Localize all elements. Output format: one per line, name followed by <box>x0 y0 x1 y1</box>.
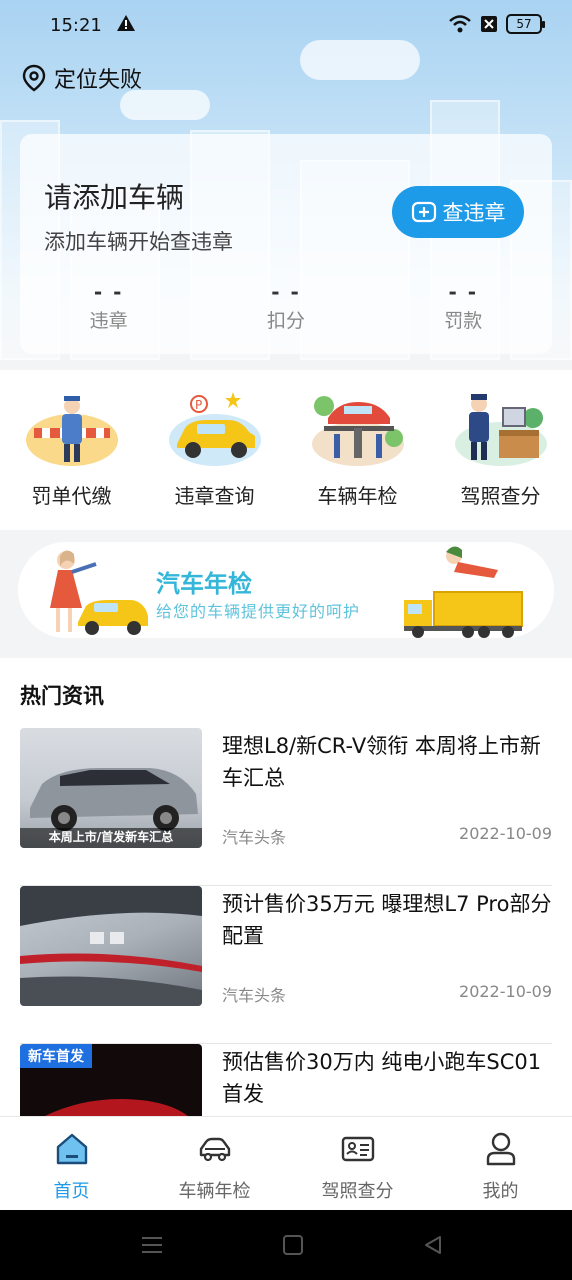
menu-icon[interactable] <box>140 1235 164 1255</box>
system-navigation-bar <box>0 1210 572 1280</box>
stat-violations[interactable]: - - 违章 <box>49 280 169 333</box>
tab-label: 驾照查分 <box>321 1181 394 1202</box>
back-triangle-icon[interactable] <box>422 1234 444 1256</box>
promo-banner-area: 汽车年检 给您的车辆提供更好的呵护 <box>0 530 572 658</box>
banner-subtitle: 给您的车辆提供更好的呵护 <box>156 602 361 621</box>
news-section-title: 热门资讯 <box>20 684 104 708</box>
wifi-icon <box>449 15 471 33</box>
stat-fines[interactable]: - - 罚款 <box>403 280 523 333</box>
news-date: 2022-10-09 <box>459 824 552 843</box>
car-parking-icon: P <box>168 392 261 466</box>
tab-profile[interactable]: 我的 <box>429 1117 572 1210</box>
app-screen: 15:21 57 定位失败 请添加车辆 添加车辆开始查违章 查违章 - - 违章… <box>0 0 572 1280</box>
stat-label: 罚款 <box>444 310 483 332</box>
car-lift-icon <box>311 396 404 466</box>
status-time: 15:21 <box>50 15 102 36</box>
news-thumbnail: 新车首发 <box>20 1044 202 1116</box>
service-pay-fine[interactable]: 罚单代缴 <box>0 370 143 530</box>
bottom-tab-bar: 首页 车辆年检 驾照查分 我的 <box>0 1116 572 1210</box>
stat-label: 扣分 <box>266 310 305 332</box>
stat-label: 违章 <box>89 310 128 332</box>
news-item[interactable]: 新车首发 预估售价30万内 纯电小跑车SC01首发 <box>20 1044 552 1116</box>
news-source: 汽车头条 <box>222 828 287 847</box>
news-title: 理想L8/新CR-V领衔 本周将上市新车汇总 <box>222 734 541 790</box>
tab-label: 首页 <box>53 1181 90 1202</box>
id-card-icon <box>341 1136 374 1162</box>
location-pin-icon <box>22 64 46 92</box>
service-violation-query[interactable]: P 违章查询 <box>143 370 286 530</box>
news-thumbnail: 本周上市/首发新车汇总 <box>20 728 202 848</box>
service-label: 违章查询 <box>174 484 255 508</box>
add-vehicle-title[interactable]: 请添加车辆 <box>44 176 184 216</box>
tab-home[interactable]: 首页 <box>0 1117 143 1210</box>
car-icon <box>199 1137 230 1162</box>
home-icon <box>56 1133 87 1165</box>
add-vehicle-subtitle: 添加车辆开始查违章 <box>44 230 233 254</box>
check-violation-button[interactable]: 查违章 <box>392 186 524 238</box>
tab-label: 车辆年检 <box>178 1181 251 1202</box>
add-car-icon <box>411 201 436 223</box>
stat-value: - - <box>271 280 301 304</box>
news-title: 预估售价30万内 纯电小跑车SC01首发 <box>222 1050 542 1106</box>
news-badge: 新车首发 <box>20 1044 92 1068</box>
service-license-points[interactable]: 驾照查分 <box>429 370 572 530</box>
news-title: 预计售价35万元 曝理想L7 Pro部分配置 <box>222 892 552 948</box>
news-source: 汽车头条 <box>222 986 287 1005</box>
banner-right-illustration <box>404 546 523 638</box>
violation-stats: - - 违章 - - 扣分 - - 罚款 <box>20 280 552 333</box>
tab-license-points[interactable]: 驾照查分 <box>286 1117 429 1210</box>
service-label: 车辆年检 <box>317 484 398 508</box>
home-square-icon[interactable] <box>282 1234 304 1256</box>
banner-left-illustration <box>50 550 148 635</box>
vehicle-card: 请添加车辆 添加车辆开始查违章 查违章 - - 违章 - - 扣分 - - 罚款 <box>20 134 552 354</box>
news-date: 2022-10-09 <box>459 982 552 1001</box>
battery-indicator: 57 <box>506 14 545 34</box>
check-violation-label: 查违章 <box>442 201 506 225</box>
promo-banner[interactable]: 汽车年检 给您的车辆提供更好的呵护 <box>18 542 554 638</box>
car-rear-photo-image <box>20 886 202 1006</box>
user-icon <box>486 1132 515 1166</box>
warning-icon <box>117 15 135 31</box>
stat-value: - - <box>448 280 479 304</box>
tab-annual-inspection[interactable]: 车辆年检 <box>143 1117 286 1210</box>
news-section: 热门资讯 本周上市/首发新车汇总 理想L8/新CR-V领衔 本周将上市新车汇总 … <box>0 658 572 1116</box>
news-item[interactable]: 预计售价35万元 曝理想L7 Pro部分配置 汽车头条 2022-10-09 <box>20 886 552 1044</box>
tab-label: 我的 <box>482 1181 519 1202</box>
service-grid: 罚单代缴 P 违章查询 车辆年检 驾照查分 <box>0 370 572 530</box>
svg-text:P: P <box>195 398 202 412</box>
stat-points[interactable]: - - 扣分 <box>226 280 346 333</box>
no-sim-icon <box>481 16 497 32</box>
stat-value: - - <box>93 280 124 304</box>
location-label: 定位失败 <box>54 68 143 93</box>
service-label: 罚单代缴 <box>31 484 112 508</box>
service-annual-inspection[interactable]: 车辆年检 <box>286 370 429 530</box>
location-selector[interactable]: 定位失败 <box>22 62 142 94</box>
police-officer-icon <box>25 396 118 466</box>
license-officer-icon <box>454 394 547 466</box>
status-bar: 15:21 57 <box>0 0 572 52</box>
news-thumbnail <box>20 886 202 1006</box>
news-item[interactable]: 本周上市/首发新车汇总 理想L8/新CR-V领衔 本周将上市新车汇总 汽车头条 … <box>20 728 552 886</box>
thumbnail-caption: 本周上市/首发新车汇总 <box>48 830 174 844</box>
service-label: 驾照查分 <box>460 484 541 508</box>
banner-title: 汽车年检 <box>156 570 252 598</box>
